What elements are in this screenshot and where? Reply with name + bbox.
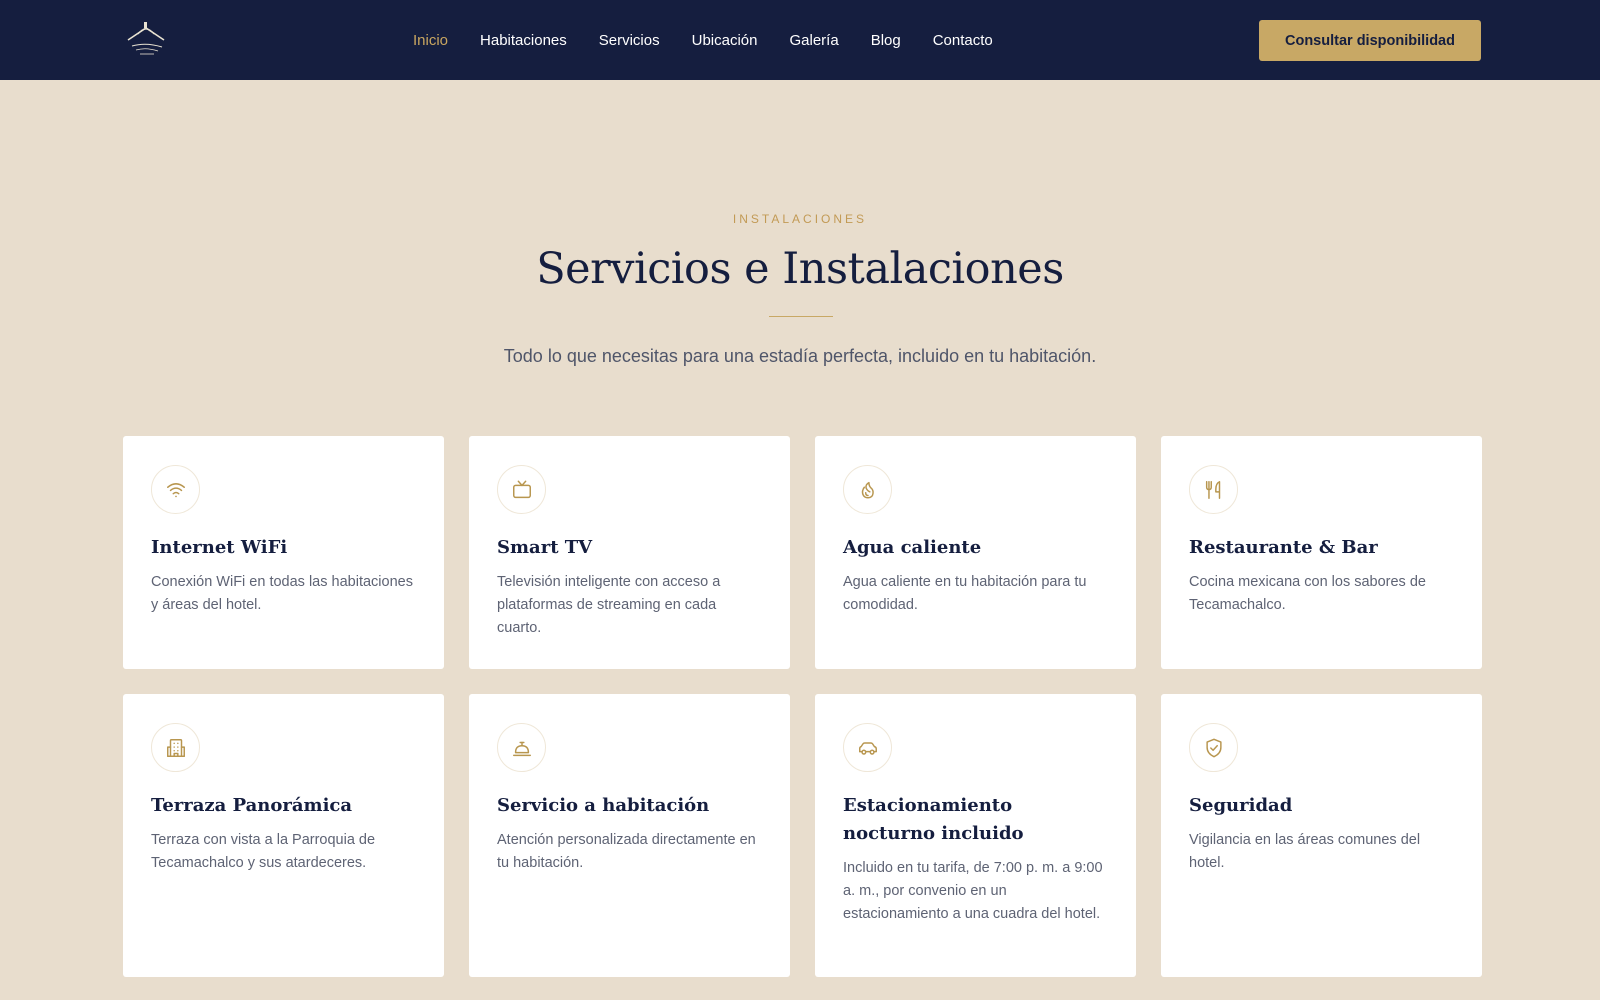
- amenity-card-hot-water: Agua caliente Agua caliente en tu habita…: [815, 436, 1136, 669]
- main-nav: Inicio Habitaciones Servicios Ubicación …: [413, 0, 1025, 80]
- card-title: Internet WiFi: [151, 537, 288, 558]
- nav-link-blog[interactable]: Blog: [871, 32, 901, 49]
- section-eyebrow: INSTALACIONES: [732, 212, 868, 226]
- section-subtitle: Todo lo que necesitas para una estadía p…: [503, 346, 1097, 366]
- card-title: Agua caliente: [843, 537, 982, 558]
- nav-link-galeria[interactable]: Galería: [789, 32, 838, 49]
- amenity-card-restaurant: Restaurante & Bar Cocina mexicana con lo…: [1161, 436, 1482, 669]
- utensils-icon: [1189, 465, 1238, 514]
- card-description: Terraza con vista a la Parroquia de Teca…: [151, 832, 376, 871]
- amenity-card-wifi: Internet WiFi Conexión WiFi en todas las…: [123, 436, 444, 669]
- check-availability-button[interactable]: Consultar disponibilidad: [1259, 20, 1481, 61]
- amenity-card-parking: Estacionamiento nocturno incluido Inclui…: [815, 694, 1136, 977]
- top-navbar: Inicio Habitaciones Servicios Ubicación …: [0, 0, 1600, 80]
- nav-link-inicio[interactable]: Inicio: [413, 32, 448, 49]
- nav-link-habitaciones[interactable]: Habitaciones: [480, 32, 567, 49]
- card-title: Smart TV: [497, 537, 593, 558]
- amenity-card-smart-tv: Smart TV Televisión inteligente con acce…: [469, 436, 790, 669]
- card-description: Vigilancia en las áreas comunes del hote…: [1189, 832, 1421, 871]
- concierge-bell-icon: [497, 723, 546, 772]
- card-title: Estacionamiento nocturno incluido: [843, 795, 1024, 844]
- card-description: Televisión inteligente con acceso a plat…: [497, 574, 721, 636]
- card-description: Atención personalizada directamente en t…: [497, 832, 756, 871]
- card-title: Seguridad: [1189, 795, 1293, 816]
- card-title: Restaurante & Bar: [1189, 537, 1378, 558]
- flame-icon: [843, 465, 892, 514]
- card-description: Incluido en tu tarifa, de 7:00 p. m. a 9…: [843, 860, 1103, 922]
- hotel-logo[interactable]: [124, 20, 168, 58]
- tv-icon: [497, 465, 546, 514]
- nav-link-contacto[interactable]: Contacto: [933, 32, 993, 49]
- nav-link-ubicacion[interactable]: Ubicación: [692, 32, 758, 49]
- card-description: Agua caliente en tu habitación para tu c…: [843, 574, 1087, 613]
- building-icon: [151, 723, 200, 772]
- car-icon: [843, 723, 892, 772]
- amenity-card-security: Seguridad Vigilancia en las áreas comune…: [1161, 694, 1482, 977]
- amenity-card-terrace: Terraza Panorámica Terraza con vista a l…: [123, 694, 444, 977]
- shield-check-icon: [1189, 723, 1238, 772]
- wifi-icon: [151, 465, 200, 514]
- nav-link-servicios[interactable]: Servicios: [599, 32, 660, 49]
- amenity-card-room-service: Servicio a habitación Atención personali…: [469, 694, 790, 977]
- amenities-grid: Internet WiFi Conexión WiFi en todas las…: [123, 436, 1482, 977]
- section-title: Servicios e Instalaciones: [536, 244, 1064, 294]
- card-title: Terraza Panorámica: [151, 795, 353, 816]
- card-description: Cocina mexicana con los sabores de Tecam…: [1189, 574, 1426, 613]
- card-description: Conexión WiFi en todas las habitaciones …: [151, 574, 413, 613]
- title-divider: [769, 316, 833, 317]
- card-title: Servicio a habitación: [497, 795, 710, 816]
